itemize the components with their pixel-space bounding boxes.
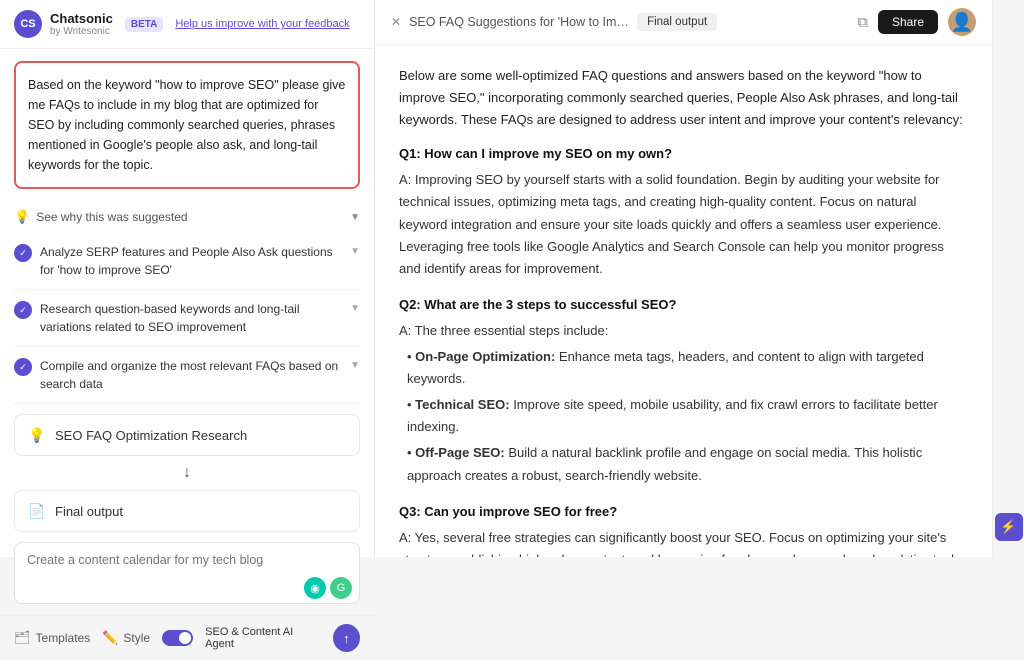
suggestion-header[interactable]: 💡 See why this was suggested ▼ [0,201,374,233]
q3-question: Q3: Can you improve SEO for free? [399,501,968,523]
green-icon[interactable]: G [330,577,352,599]
right-sidebar: ⚡ [992,0,1024,557]
workflow-item-1[interactable]: 💡 SEO FAQ Optimization Research [14,414,360,456]
q2-bullet-3-bold: Off-Page SEO: [415,445,505,460]
step-check-2: ✓ [14,301,32,319]
faq-3: Q3: Can you improve SEO for free? A: Yes… [399,501,968,557]
intro-text: Below are some well-optimized FAQ questi… [399,65,968,131]
q3-answer: A: Yes, several free strategies can sign… [399,527,968,557]
step-item-2[interactable]: ✓ Research question-based keywords and l… [14,290,360,347]
workflow-label-2: Final output [55,504,347,519]
input-area: ◉ G [14,542,360,607]
brand-info: Chatsonic by Writesonic [50,11,113,38]
tab-close-icon[interactable]: ✕ [391,15,401,29]
beta-badge: BETA [125,17,163,32]
workflow-label-1: SEO FAQ Optimization Research [55,428,347,443]
workflow-section: 💡 SEO FAQ Optimization Research ↓ 📄 Fina… [0,404,374,542]
step-text-3: Compile and organize the most relevant F… [40,357,342,393]
agent-label: SEO & Content AI Agent [205,626,321,650]
templates-label: Templates [36,631,91,645]
step-text-1: Analyze SERP features and People Also As… [40,243,342,279]
brand-name: Chatsonic [50,11,113,27]
feedback-link[interactable]: Help us improve with your feedback [175,18,349,30]
right-panel: ✕ SEO FAQ Suggestions for 'How to Improv… [375,0,992,557]
chevron-icon-3: ▼ [350,360,360,371]
templates-button[interactable]: 🗂 Templates [14,630,90,646]
faq-2: Q2: What are the 3 steps to successful S… [399,294,968,487]
lightbulb-icon: 💡 [14,209,30,225]
style-button[interactable]: ✏️ Style [102,630,150,646]
step-item-3[interactable]: ✓ Compile and organize the most relevant… [14,347,360,404]
step-check-1: ✓ [14,244,32,262]
workflow-item-2[interactable]: 📄 Final output [14,490,360,532]
tab-title: SEO FAQ Suggestions for 'How to Improve … [409,15,629,29]
q2-bullet-2-bold: Technical SEO: [415,397,509,412]
workflow-icon-1: 💡 [27,425,47,445]
style-label: Style [123,631,150,645]
right-header: ✕ SEO FAQ Suggestions for 'How to Improv… [375,0,992,45]
step-item-1[interactable]: ✓ Analyze SERP features and People Also … [14,233,360,290]
steps-list: ✓ Analyze SERP features and People Also … [0,233,374,404]
q2-bullet-1-bold: On-Page Optimization: [415,349,555,364]
final-output-badge: Final output [637,13,717,31]
chevron-icon-1: ▼ [350,246,360,257]
teal-icon[interactable]: ◉ [304,577,326,599]
q2-answer-intro: A: The three essential steps include: [399,323,608,338]
agent-toggle[interactable] [162,630,193,646]
q2-bullet-1: • On-Page Optimization: Enhance meta tag… [399,346,968,390]
sidebar-tool-icon[interactable]: ⚡ [995,513,1023,541]
send-button[interactable]: ↑ [333,624,360,652]
q1-question: Q1: How can I improve my SEO on my own? [399,143,968,165]
app-header: CS Chatsonic by Writesonic BETA Help us … [0,0,374,49]
faq-1: Q1: How can I improve my SEO on my own? … [399,143,968,280]
right-content: Below are some well-optimized FAQ questi… [375,45,992,557]
brand-sub: by Writesonic [50,26,113,37]
left-panel: CS Chatsonic by Writesonic BETA Help us … [0,0,375,557]
style-icon: ✏️ [102,630,118,646]
prompt-text: Based on the keyword "how to improve SEO… [28,75,346,175]
chevron-down-icon: ▼ [350,212,360,223]
q2-bullet-3: • Off-Page SEO: Build a natural backlink… [399,442,968,486]
toggle-knob [179,632,191,644]
suggestion-label: See why this was suggested [36,210,187,224]
q1-answer: A: Improving SEO by yourself starts with… [399,169,968,279]
user-avatar: 👤 [948,8,976,36]
arrow-down-icon: ↓ [14,462,360,484]
logo: CS [14,10,42,38]
prompt-box: Based on the keyword "how to improve SEO… [14,61,360,189]
chevron-icon-2: ▼ [350,303,360,314]
copy-icon[interactable]: ⧉ [857,14,868,31]
workflow-icon-2: 📄 [27,501,47,521]
folder-icon: 🗂 [14,630,31,646]
step-check-3: ✓ [14,358,32,376]
bottom-bar: 🗂 Templates ✏️ Style SEO & Content AI Ag… [0,615,374,660]
step-text-2: Research question-based keywords and lon… [40,300,342,336]
q2-question: Q2: What are the 3 steps to successful S… [399,294,968,316]
share-button[interactable]: Share [878,10,938,34]
q2-bullet-2: • Technical SEO: Improve site speed, mob… [399,394,968,438]
